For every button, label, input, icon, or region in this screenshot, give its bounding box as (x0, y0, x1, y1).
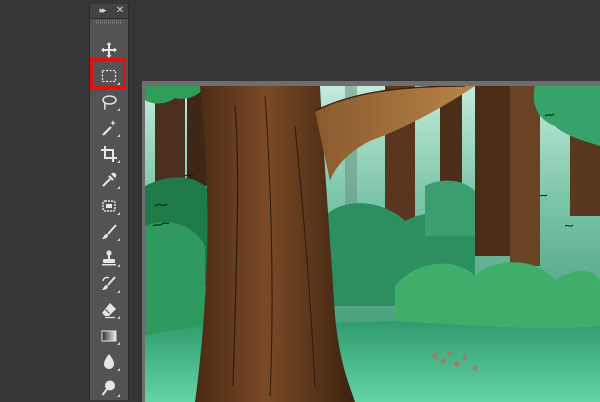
clone-stamp-tool[interactable] (95, 246, 123, 270)
spot-healing-tool[interactable] (95, 194, 123, 218)
gradient-tool[interactable] (95, 324, 123, 348)
tool-group-indicator (117, 160, 120, 163)
tool-group-indicator (117, 238, 120, 241)
canvas-artwork (145, 86, 600, 402)
eraser-icon (102, 303, 116, 319)
brush-icon (102, 224, 117, 239)
lasso-icon (102, 95, 117, 110)
document-window[interactable] (142, 81, 600, 402)
tool-group-indicator (117, 134, 120, 137)
eyedropper-tool[interactable] (95, 168, 123, 192)
tool-group-indicator (117, 290, 120, 293)
tool-group-indicator (117, 186, 120, 189)
move-icon (101, 42, 117, 58)
close-icon[interactable]: ✕ (114, 5, 126, 17)
tool-group-indicator (117, 316, 120, 319)
dodge-icon (101, 380, 115, 396)
dodge-tool[interactable] (95, 376, 123, 400)
blur-tool[interactable] (95, 350, 123, 374)
stamp-icon (102, 250, 116, 266)
tool-group-indicator (117, 212, 120, 215)
magic-wand-tool[interactable] (95, 116, 123, 140)
lasso-tool[interactable] (95, 90, 123, 114)
eyedropper-icon (102, 172, 117, 187)
tool-group-indicator (117, 108, 120, 111)
selected-tool-highlight (90, 58, 126, 89)
tool-group-indicator (117, 342, 120, 345)
blur-icon (104, 354, 114, 369)
panel-grip[interactable] (96, 20, 122, 24)
double-chevron-right-icon[interactable]: ▸▸ (96, 5, 108, 17)
tool-group-indicator (117, 368, 120, 371)
gradient-icon (101, 330, 117, 342)
history-brush-icon (102, 276, 116, 290)
bandage-icon (102, 200, 116, 212)
crop-icon (101, 146, 117, 162)
eraser-tool[interactable] (95, 298, 123, 322)
tool-group-indicator (117, 394, 120, 397)
tool-group-indicator (117, 264, 120, 267)
crop-tool[interactable] (95, 142, 123, 166)
magic-wand-icon (102, 120, 116, 136)
brush-tool[interactable] (95, 220, 123, 244)
history-brush-tool[interactable] (95, 272, 123, 296)
tools-panel-header[interactable]: ▸▸ ✕ (90, 4, 128, 19)
forest-illustration-icon[interactable] (145, 86, 600, 402)
